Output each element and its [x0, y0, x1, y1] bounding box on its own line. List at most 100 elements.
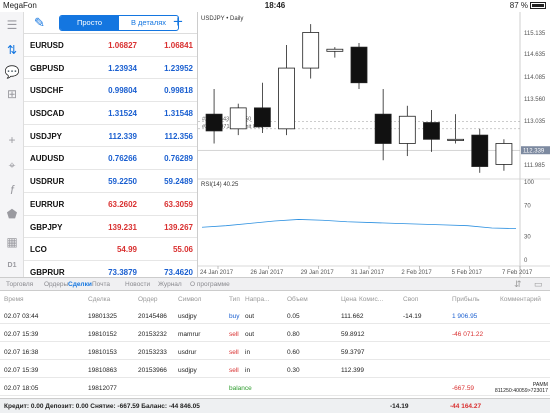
quote-bid: 1.31524 [108, 109, 137, 119]
column-header[interactable]: Цена [341, 296, 357, 303]
quote-symbol: USDRUR [30, 177, 65, 187]
quote-ask: 63.3059 [164, 199, 193, 209]
column-header[interactable]: Комис... [359, 296, 383, 303]
cell-deal: 19810863 [88, 367, 117, 374]
trade-tab-2[interactable]: Сделки [68, 281, 92, 288]
column-header[interactable]: Напра... [245, 296, 269, 303]
battery-icon [530, 2, 546, 10]
cell-deal: 19812077 [88, 385, 117, 392]
column-header[interactable]: Время [4, 296, 24, 303]
table-row[interactable]: 02.07 15:39 19810152 20153232 mamrur sell out… [0, 326, 550, 342]
quote-ask: 1.06841 [164, 41, 193, 50]
quote-row-usdcad[interactable]: USDCAD 1.31524 1.31548 [24, 102, 197, 125]
quotes-list: EURUSD 1.06827 1.06841 GBPUSD 1.23934 1.23952… [24, 34, 197, 284]
quote-row-gbpjpy[interactable]: GBPJPY 139.231 139.267 [24, 216, 197, 239]
trade-tab-3[interactable]: Почта [92, 281, 110, 288]
trade-tab-0[interactable]: Торговля [6, 281, 33, 288]
x-tick-label: 7 Feb 2017 [502, 270, 533, 276]
quote-row-audusd[interactable]: AUDUSD 0.76266 0.76289 [24, 147, 197, 171]
price-chart[interactable]: 115.135 114.635 114.085 113.560 113.035 111.9… [198, 12, 550, 277]
add-symbol-icon[interactable]: + [173, 12, 183, 32]
tab-details[interactable]: В деталях [119, 16, 178, 30]
table-row[interactable]: 02.07 18:05 19812077 balance -667.59 PAMM 81… [0, 380, 550, 396]
quote-symbol: LCO [30, 245, 47, 255]
trade-tab-5[interactable]: Журнал [158, 281, 182, 288]
y-tick-label: 114.635 [524, 52, 546, 58]
cell-dir: in [245, 349, 251, 356]
cell-symbol: usdrur [178, 349, 197, 356]
trade-tab-4[interactable]: Новости [125, 281, 150, 288]
quote-row-gbpusd[interactable]: GBPUSD 1.23934 1.23952 [24, 57, 197, 80]
edit-icon[interactable]: ✎ [34, 15, 45, 31]
quote-bid: 112.339 [108, 131, 137, 141]
current-price-label: 112.339 [523, 149, 545, 155]
add-object-icon[interactable]: ⊞ [4, 86, 20, 102]
trade-arrows-icon[interactable]: ⇅ [4, 42, 20, 58]
cell-symbol: usdjpy [178, 367, 197, 374]
candle-body [471, 134, 489, 167]
crosshair-icon[interactable]: + [4, 132, 20, 148]
shapes-icon[interactable]: ⬟ [4, 206, 20, 222]
quote-ask: 0.76289 [164, 154, 193, 164]
rsi-label: RSI(14) 40.25 [201, 182, 239, 188]
cell-type: balance [229, 385, 252, 392]
quote-row-usdrur[interactable]: USDRUR 59.2250 59.2489 [24, 170, 197, 193]
quote-row-eurrur[interactable]: EURRUR 63.2602 63.3059 [24, 193, 197, 216]
tab-simple[interactable]: Просто [60, 16, 119, 30]
x-tick-label: 2 Feb 2017 [401, 270, 432, 276]
quote-row-usdchf[interactable]: USDCHF 0.99804 0.99818 [24, 79, 197, 103]
cell-profit: -46 071.22 [452, 331, 484, 338]
column-header[interactable]: Сделка [88, 296, 110, 303]
cell-deal: 19810152 [88, 331, 117, 338]
cell-comment: PAMM 811250:40059>723017 [494, 382, 548, 394]
quote-row-lco[interactable]: LCO 54.99 55.06 [24, 238, 197, 261]
close-panel-icon[interactable]: ▭ [534, 279, 543, 290]
function-icon[interactable]: f [4, 182, 20, 198]
column-header[interactable]: Прибыль [452, 296, 480, 303]
quote-ask: 1.31548 [164, 109, 193, 119]
objects-list-icon[interactable]: ▦ [4, 234, 20, 250]
column-header[interactable]: Объем [287, 296, 308, 303]
cell-deal: 19810153 [88, 349, 117, 356]
quote-bid: 59.2250 [108, 177, 137, 187]
table-row[interactable]: 02.07 16:38 19810153 20153233 usdrur sell in 0… [0, 344, 550, 360]
timeframe-d1-icon[interactable]: D1 [4, 258, 20, 274]
hamburger-menu-icon[interactable]: ☰ [4, 17, 20, 33]
quote-symbol: GBPJPY [30, 222, 63, 232]
rsi-tick-label: 100 [524, 180, 535, 186]
cell-order: 20153233 [138, 349, 167, 356]
quote-symbol: GBPUSD [30, 63, 65, 73]
candle-body [278, 67, 295, 130]
quote-bid: 73.3879 [108, 267, 137, 277]
cell-swap: -14.19 [403, 313, 422, 320]
y-tick-label: 111.985 [524, 163, 545, 169]
quote-symbol: EURRUR [30, 199, 65, 209]
toggle-panel-icon[interactable]: ⇵ [514, 279, 522, 290]
cell-volume: 0.60 [287, 349, 300, 356]
column-header[interactable]: Тип [229, 296, 240, 303]
quote-symbol: EURUSD [30, 41, 64, 50]
quote-row-usdjpy[interactable]: USDJPY 112.339 112.356 [24, 125, 197, 148]
quote-row-eurusd[interactable]: EURUSD 1.06827 1.06841 [24, 34, 197, 57]
quote-symbol: USDCHF [30, 86, 64, 96]
candle-body [350, 46, 368, 84]
cell-type: sell [229, 331, 239, 338]
chart-panel[interactable]: 115.135 114.635 114.085 113.560 113.035 111.9… [197, 12, 550, 277]
column-header[interactable]: Своп [403, 296, 418, 303]
swap-total: -14.19 [390, 403, 409, 410]
column-header[interactable]: Комментарий [500, 296, 541, 303]
cell-price: 59.8912 [341, 331, 365, 338]
trade-tab-1[interactable]: Ордеры [44, 281, 68, 288]
column-header[interactable]: Символ [178, 296, 201, 303]
deals-table-header: Время Сделка Ордер Символ Тип Напра... Объем Це… [0, 293, 550, 307]
column-header[interactable]: Ордер [138, 296, 158, 303]
trade-tab-6[interactable]: О программе [190, 281, 230, 288]
indicators-icon[interactable]: ⌖ [4, 157, 20, 173]
cell-volume: 0.80 [287, 331, 300, 338]
battery: 87 % [510, 0, 546, 12]
chat-icon[interactable]: 💬 [4, 64, 20, 80]
cell-time: 02.07 15:39 [4, 331, 39, 338]
table-row[interactable]: 02.07 03:44 19801325 20145486 usdjpy buy out 0… [0, 308, 550, 324]
table-row[interactable]: 02.07 15:39 19810863 20153966 usdjpy sell in 0… [0, 362, 550, 378]
cell-time: 02.07 16:38 [4, 349, 39, 356]
